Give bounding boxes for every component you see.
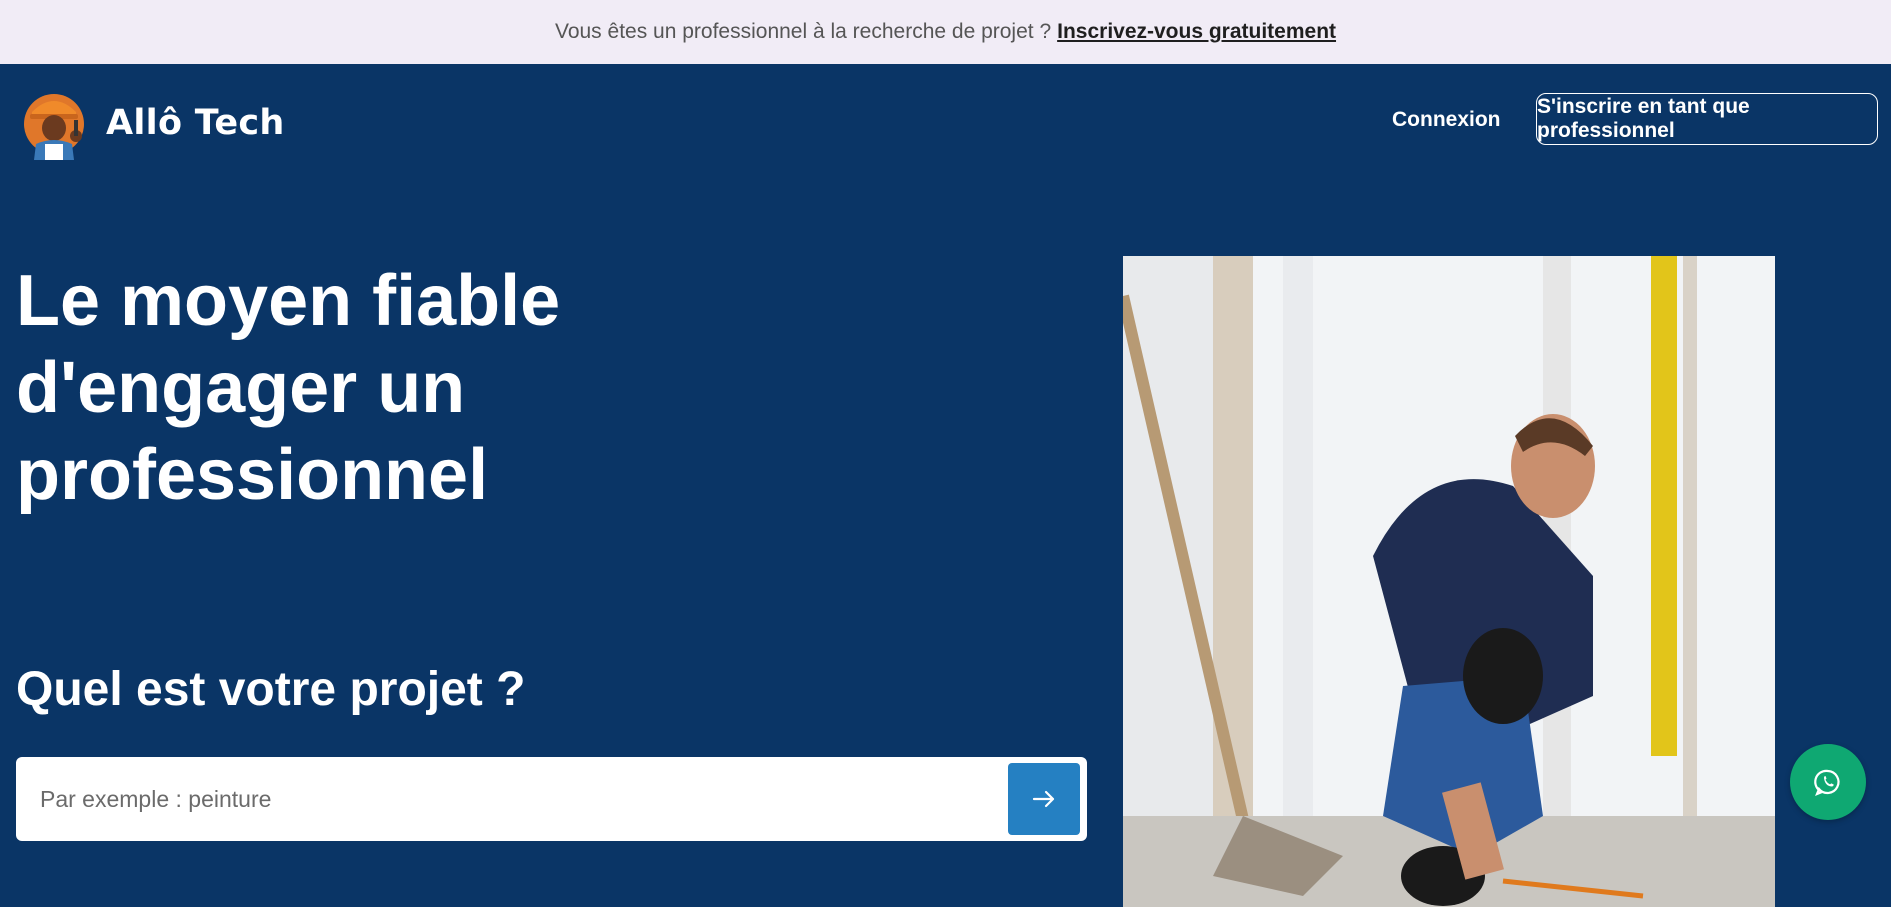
whatsapp-icon bbox=[1814, 769, 1840, 796]
site-header: Allô Tech Connexion S'inscrire en tant q… bbox=[0, 64, 1891, 182]
pro-signup-button[interactable]: S'inscrire en tant que professionnel bbox=[1536, 93, 1878, 145]
project-search-bar bbox=[16, 757, 1087, 841]
mascot-logo-icon bbox=[24, 94, 84, 160]
announcement-text: Vous êtes un professionnel à la recherch… bbox=[554, 20, 1052, 43]
search-submit-button[interactable] bbox=[1008, 763, 1080, 835]
signup-free-link[interactable]: Inscrivez-vous gratuitement bbox=[1057, 20, 1336, 44]
brand-logo[interactable]: Allô Tech bbox=[18, 86, 285, 160]
hero-headline: Le moyen fiable d'engager un professionn… bbox=[16, 261, 561, 515]
announcement-bar: Vous êtes un professionnel à la recherch… bbox=[0, 0, 1891, 64]
whatsapp-chat-button[interactable] bbox=[1790, 744, 1866, 820]
project-search-input[interactable] bbox=[40, 777, 1000, 821]
arrow-right-icon bbox=[1032, 790, 1055, 808]
brand-name: Allô Tech bbox=[106, 103, 285, 143]
project-question: Quel est votre projet ? bbox=[16, 663, 526, 716]
worker-photo bbox=[1123, 256, 1775, 907]
login-link[interactable]: Connexion bbox=[1392, 108, 1501, 132]
hero-image bbox=[1123, 256, 1775, 907]
